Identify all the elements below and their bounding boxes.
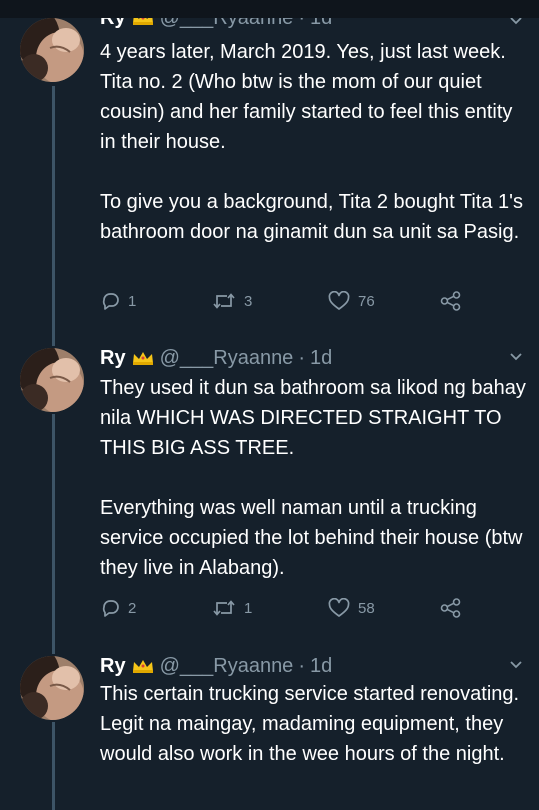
like-button[interactable]: 58 xyxy=(328,596,375,620)
reply-count: 2 xyxy=(128,599,137,617)
tweet-text: This certain trucking service started re… xyxy=(100,679,530,769)
tweet[interactable]: Ry @___Ryaanne · 1d They used it dun sa … xyxy=(0,338,539,646)
display-name[interactable]: Ry xyxy=(100,347,126,370)
tweet-paragraph: Everything was well naman until a trucki… xyxy=(100,497,523,579)
thread-line xyxy=(52,338,55,346)
tweet[interactable]: Ry @___Ryaanne · 1d 4 years later, March… xyxy=(0,0,539,338)
share-button[interactable] xyxy=(440,289,470,313)
thread-line xyxy=(52,646,55,654)
tweet-text: 4 years later, March 2019. Yes, just las… xyxy=(100,37,530,247)
retweet-count: 3 xyxy=(244,292,253,310)
tweet-header: Ry @___Ryaanne · 1d xyxy=(100,345,332,371)
chevron-down-icon[interactable] xyxy=(509,660,523,670)
thread-line xyxy=(52,414,55,646)
tweet-paragraph: They used it dun sa bathroom sa likod ng… xyxy=(100,377,526,459)
avatar[interactable] xyxy=(20,348,84,412)
share-button[interactable] xyxy=(440,596,470,620)
thread-line xyxy=(52,722,55,810)
tweet-actions: 2 1 58 xyxy=(100,596,480,620)
reply-icon xyxy=(100,598,120,618)
reply-button[interactable]: 1 xyxy=(100,289,136,313)
tweet-header: Ry @___Ryaanne · 1d xyxy=(100,653,332,679)
timestamp[interactable]: 1d xyxy=(310,655,332,678)
retweet-button[interactable]: 1 xyxy=(212,596,252,620)
share-icon xyxy=(440,291,462,311)
like-count: 76 xyxy=(358,292,375,310)
like-button[interactable]: 76 xyxy=(328,289,375,313)
tweet[interactable]: Ry @___Ryaanne · 1d This certain truckin… xyxy=(0,646,539,810)
retweet-button[interactable]: 3 xyxy=(212,289,252,313)
share-icon xyxy=(440,598,462,618)
retweet-icon xyxy=(212,598,236,618)
avatar[interactable] xyxy=(20,656,84,720)
tweet-paragraph: To give you a background, Tita 2 bought … xyxy=(100,191,523,243)
reply-icon xyxy=(100,291,120,311)
tweet-actions: 1 3 76 xyxy=(100,289,480,313)
avatar[interactable] xyxy=(20,18,84,82)
like-count: 58 xyxy=(358,599,375,617)
heart-icon xyxy=(328,598,350,618)
reply-button[interactable]: 2 xyxy=(100,596,136,620)
display-name[interactable]: Ry xyxy=(100,655,126,678)
timestamp[interactable]: 1d xyxy=(310,347,332,370)
status-bar xyxy=(0,0,539,18)
retweet-icon xyxy=(212,291,236,311)
tweet-text: They used it dun sa bathroom sa likod ng… xyxy=(100,373,530,583)
separator: · xyxy=(298,346,305,369)
chevron-down-icon[interactable] xyxy=(509,352,523,362)
crown-emoji-icon xyxy=(132,351,154,365)
tweet-paragraph: 4 years later, March 2019. Yes, just las… xyxy=(100,41,513,153)
user-handle[interactable]: @___Ryaanne xyxy=(160,655,294,678)
heart-icon xyxy=(328,291,350,311)
crown-emoji-icon xyxy=(132,659,154,673)
reply-count: 1 xyxy=(128,292,137,310)
separator: · xyxy=(298,654,305,677)
tweet-paragraph: This certain trucking service started re… xyxy=(100,683,520,765)
user-handle[interactable]: @___Ryaanne xyxy=(160,347,294,370)
retweet-count: 1 xyxy=(244,599,253,617)
thread-line xyxy=(52,86,55,338)
